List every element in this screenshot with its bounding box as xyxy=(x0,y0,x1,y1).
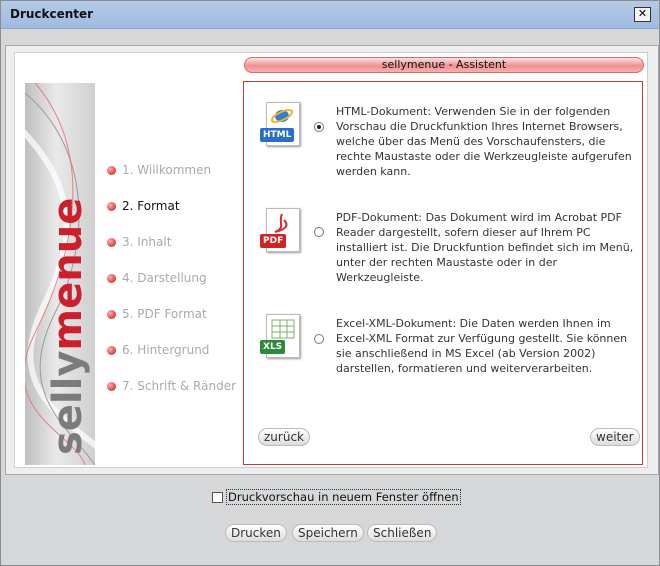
wizard-panel: sellymenue - Assistent sellymenue 1. Wil… xyxy=(5,45,659,475)
print-button[interactable]: Drucken xyxy=(225,524,287,542)
step-label: 4. Darstellung xyxy=(122,271,207,285)
preview-new-window-checkbox[interactable] xyxy=(212,492,223,503)
step-darstellung: 4. Darstellung xyxy=(107,271,207,287)
back-button[interactable]: zurück xyxy=(258,428,310,446)
step-format: 2. Format xyxy=(107,199,180,215)
step-pdf-format: 5. PDF Format xyxy=(107,307,207,323)
druckcenter-window: Druckcenter ✕ sellymenue - Assistent sel… xyxy=(0,0,660,566)
save-button[interactable]: Speichern xyxy=(292,524,364,542)
step-label: 1. Willkommen xyxy=(122,163,212,177)
preview-option-row[interactable]: Druckvorschau in neuem Fenster öffnen xyxy=(212,489,461,506)
title-bar: Druckcenter ✕ xyxy=(1,1,659,29)
next-button[interactable]: weiter xyxy=(590,428,640,446)
step-willkommen: 1. Willkommen xyxy=(107,163,211,179)
pdf-document-icon: PDF xyxy=(260,208,302,258)
step-label: 5. PDF Format xyxy=(122,307,207,321)
wizard-inner-panel: sellymenue - Assistent sellymenue 1. Wil… xyxy=(14,52,648,468)
close-button[interactable]: Schließen xyxy=(367,524,438,542)
step-inhalt: 3. Inhalt xyxy=(107,235,171,251)
close-icon: ✕ xyxy=(637,7,648,20)
step-bullet-icon xyxy=(107,382,116,391)
step-bullet-icon xyxy=(107,202,116,211)
step-bullet-icon xyxy=(107,310,116,319)
pdf-option-description: PDF-Dokument: Das Dokument wird im Acrob… xyxy=(336,211,634,284)
window-title: Druckcenter xyxy=(10,7,94,21)
step-bullet-icon xyxy=(107,274,116,283)
step-label: 7. Schrift & Ränder xyxy=(122,379,237,393)
step-hintergrund: 6. Hintergrund xyxy=(107,343,209,359)
step-label: 3. Inhalt xyxy=(122,235,172,249)
html-option-description: HTML-Dokument: Verwenden Sie in der folg… xyxy=(336,105,632,178)
step-bullet-icon xyxy=(107,346,116,355)
step-bullet-icon xyxy=(107,238,116,247)
step-schrift-raender: 7. Schrift & Ränder xyxy=(107,379,236,395)
format-radio-xls[interactable] xyxy=(314,334,324,344)
step-label: 6. Hintergrund xyxy=(122,343,210,357)
sellymenue-logo-text: sellymenue xyxy=(45,197,91,455)
sellymenue-logo-banner: sellymenue xyxy=(25,83,95,465)
html-document-icon: HTML xyxy=(260,102,302,152)
step-bullet-icon xyxy=(107,166,116,175)
close-window-button[interactable]: ✕ xyxy=(634,7,651,22)
xls-option-description: Excel-XML-Dokument: Die Daten werden Ihn… xyxy=(336,317,628,375)
preview-new-window-label[interactable]: Druckvorschau in neuem Fenster öffnen xyxy=(226,489,461,505)
excel-document-icon: XLS xyxy=(260,314,302,364)
assistant-header: sellymenue - Assistent xyxy=(244,57,644,73)
step-label: 2. Format xyxy=(122,199,180,213)
format-selection-area: HTML HTML-Dokument: Verwenden Sie in der… xyxy=(243,81,643,465)
format-radio-pdf[interactable] xyxy=(314,227,324,237)
format-radio-html[interactable] xyxy=(314,122,324,132)
